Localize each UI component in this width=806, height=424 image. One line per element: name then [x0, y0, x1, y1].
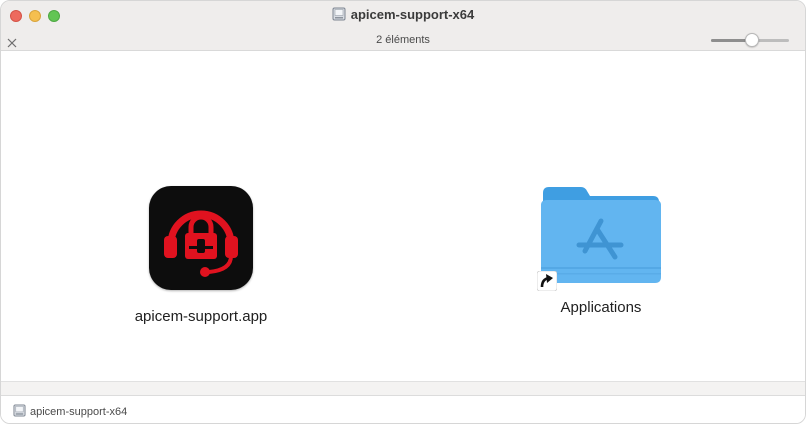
- status-bar: 2 éléments: [1, 31, 805, 51]
- path-item-label: apicem-support-x64: [30, 406, 128, 418]
- path-item-disk[interactable]: apicem-support-x64: [13, 404, 127, 420]
- applications-folder-icon[interactable]: [536, 183, 661, 292]
- file-name-label: Applications: [560, 299, 642, 316]
- finder-window: apicem-support-x64 2 éléments apicem-sup…: [0, 0, 806, 424]
- item-count: 2 éléments: [376, 34, 430, 46]
- apicem-app-icon[interactable]: [149, 186, 253, 290]
- disk-image-icon: [332, 7, 346, 24]
- file-item-applications[interactable]: Applications: [511, 183, 691, 316]
- file-name-label: apicem-support.app: [134, 308, 268, 325]
- path-bar: apicem-support-x64: [1, 395, 805, 423]
- slider-knob[interactable]: [745, 33, 759, 47]
- scroll-area-divider: [1, 381, 805, 396]
- alias-arrow-icon: [536, 270, 558, 296]
- disk-image-icon: [13, 404, 26, 420]
- folder-content-area[interactable]: apicem-support.app Applications: [1, 51, 805, 381]
- window-title: apicem-support-x64: [350, 7, 475, 22]
- title-bar[interactable]: apicem-support-x64: [1, 1, 805, 31]
- icon-size-slider[interactable]: [711, 31, 791, 50]
- window-title-group: apicem-support-x64: [1, 7, 805, 24]
- file-item-apicem-support[interactable]: apicem-support.app: [111, 183, 291, 325]
